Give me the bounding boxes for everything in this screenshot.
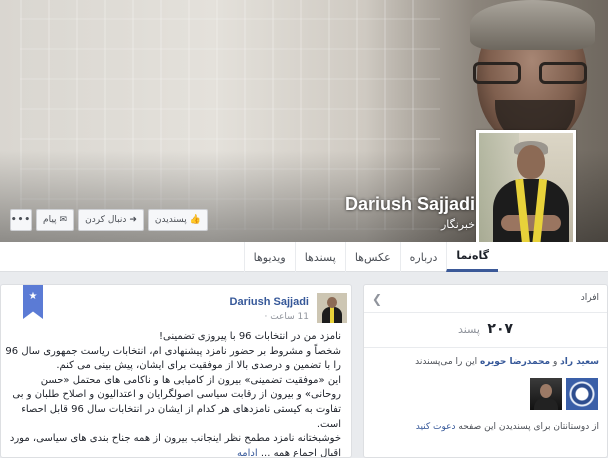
message-button[interactable]: ✉ پیام	[36, 209, 75, 231]
friend-avatar[interactable]	[530, 378, 562, 410]
like-page-button[interactable]: 👍 پسندیدن	[147, 209, 208, 231]
likes-count: ۲۰۷	[487, 321, 514, 337]
divider	[364, 347, 607, 348]
rss-follow-icon: ➜	[129, 215, 137, 225]
post-text: نامزد من در انتخابات 96 با پیروزی تضمینی…	[5, 330, 341, 458]
see-more-link[interactable]: ادامه	[237, 448, 258, 457]
message-icon: ✉	[59, 215, 68, 225]
likes-total[interactable]: ۲۰۷ پسند	[364, 321, 607, 337]
post-paragraph: خوشبختانه نامزد مطمح نظر اینجانب بیرون ا…	[9, 433, 341, 458]
pinned-post: ★ Dariush Sajjadi 11 ساعت · نامزد من در …	[0, 284, 352, 458]
invite-friends-text: از دوستانتان برای پسندیدن این صفحه دعوت …	[369, 422, 599, 432]
invite-friends-link[interactable]: دعوت کنید	[416, 422, 456, 432]
friends-and-text: و	[550, 357, 561, 367]
follow-button[interactable]: ➜ دنبال کردن	[78, 209, 144, 231]
people-likes-card: افراد ❮ ۲۰۷ پسند سعید راد و محمدرضا حویر…	[363, 284, 608, 458]
tab-photos[interactable]: عکس‌ها	[344, 242, 400, 272]
post-timestamp[interactable]: 11 ساعت ·	[264, 312, 309, 322]
profile-tab-bar: گاه‌نما درباره عکس‌ها پسندها ویدیوها	[0, 242, 608, 272]
post-paragraph: شخصاً و مشروط بر حضور نامزد پیشنهادی ام،…	[5, 345, 341, 372]
thumbs-up-icon: 👍	[189, 215, 201, 225]
tab-videos[interactable]: ویدیوها	[243, 242, 295, 272]
like-button-label: پسندیدن	[154, 215, 187, 225]
friends-suffix-text: این را می‌پسندند	[415, 357, 480, 367]
friends-who-like: سعید راد و محمدرضا حویره این را می‌پسندن…	[369, 357, 599, 367]
post-author-name[interactable]: Dariush Sajjadi	[230, 296, 309, 308]
pinned-star-icon: ★	[23, 285, 43, 319]
message-button-label: پیام	[43, 215, 57, 225]
more-options-button[interactable]: •••	[10, 209, 32, 231]
tab-timeline[interactable]: گاه‌نما	[446, 242, 498, 272]
likes-count-label: پسند	[457, 323, 480, 336]
cover-action-buttons: 👍 پسندیدن ➜ دنبال کردن ✉ پیام •••	[10, 209, 208, 231]
tab-about[interactable]: درباره	[399, 242, 447, 272]
profile-tabs: گاه‌نما درباره عکس‌ها پسندها ویدیوها	[243, 242, 498, 272]
chevron-left-icon[interactable]: ❮	[372, 292, 382, 306]
profile-picture[interactable]	[476, 130, 576, 260]
tab-likes[interactable]: پسندها	[294, 242, 345, 272]
post-paragraph: نامزد من در انتخابات 96 با پیروزی تضمینی…	[159, 331, 341, 342]
post-paragraph: این «موفقیت تضمینی» بیرون از کامیابی ها …	[12, 374, 341, 430]
friend-thumbnails	[530, 378, 598, 410]
profile-category[interactable]: خبرنگار	[441, 218, 475, 231]
post-author-avatar[interactable]	[317, 293, 347, 323]
friend-link[interactable]: محمدرضا حویره	[480, 357, 550, 367]
friend-link[interactable]: سعید راد	[560, 357, 599, 367]
invite-prefix: از دوستانتان برای پسندیدن این صفحه	[455, 422, 599, 432]
friend-avatar[interactable]	[566, 378, 598, 410]
divider	[364, 312, 607, 313]
profile-name[interactable]: Dariush Sajjadi	[345, 194, 475, 215]
follow-button-label: دنبال کردن	[85, 215, 127, 225]
people-card-title: افراد	[580, 293, 599, 303]
